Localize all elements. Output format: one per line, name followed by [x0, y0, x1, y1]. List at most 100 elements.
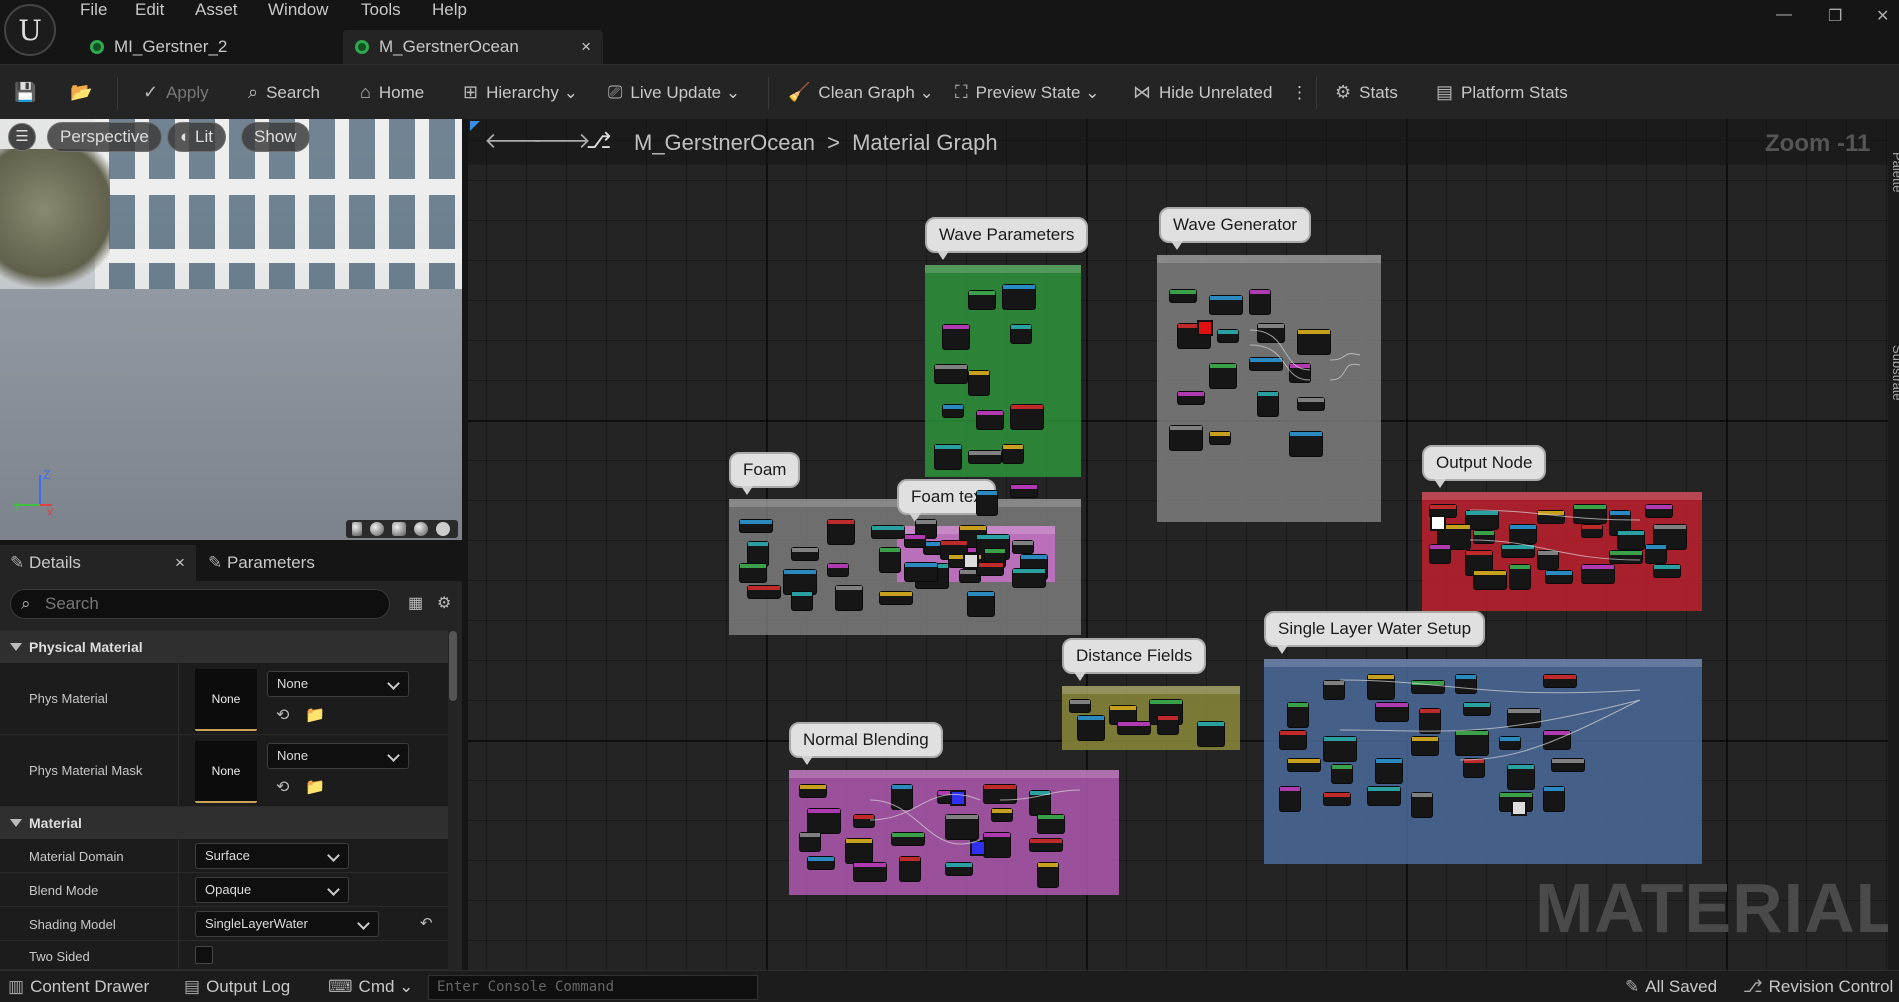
- material-expression-node[interactable]: [1412, 681, 1444, 693]
- material-expression-node[interactable]: [1013, 541, 1033, 553]
- comment-title-foam[interactable]: Foam: [729, 452, 801, 495]
- material-expression-node[interactable]: [1544, 675, 1576, 687]
- material-expression-node[interactable]: [900, 857, 920, 881]
- material-expression-node[interactable]: [1288, 759, 1320, 771]
- more-options-icon[interactable]: ⋮: [1291, 65, 1308, 120]
- browse-asset-icon[interactable]: 📁: [305, 777, 325, 797]
- material-expression-node[interactable]: [1456, 675, 1476, 693]
- material-expression-node[interactable]: [748, 586, 780, 598]
- material-expression-node[interactable]: [1250, 358, 1282, 370]
- category-material[interactable]: Material: [0, 807, 448, 839]
- material-expression-node[interactable]: [808, 809, 840, 833]
- substrate-tab[interactable]: Substrate: [1890, 345, 1899, 401]
- details-search-input[interactable]: ⌕ Search: [10, 589, 390, 619]
- material-expression-node[interactable]: [1210, 296, 1242, 314]
- tab-parameters[interactable]: ✎ Parameters: [208, 545, 315, 581]
- material-expression-node[interactable]: [880, 592, 912, 604]
- material-expression-node[interactable]: [1288, 703, 1308, 727]
- material-expression-node[interactable]: [905, 563, 937, 581]
- material-expression-node[interactable]: [1544, 787, 1564, 811]
- material-expression-node[interactable]: [1038, 815, 1064, 833]
- forward-arrow-icon[interactable]: 🡒: [532, 128, 591, 154]
- material-expression-node[interactable]: [1538, 511, 1564, 523]
- material-expression-node[interactable]: [1332, 765, 1352, 783]
- color-swatch-node[interactable]: [950, 790, 966, 806]
- material-expression-node[interactable]: [1258, 324, 1284, 342]
- material-expression-node[interactable]: [872, 526, 904, 538]
- asset-picker-combo[interactable]: None: [267, 743, 409, 769]
- category-physical-material[interactable]: Physical Material: [0, 631, 448, 663]
- column-divider[interactable]: [178, 839, 179, 872]
- minimize-icon[interactable]: —: [1776, 6, 1792, 24]
- close-window-icon[interactable]: ✕: [1876, 6, 1889, 26]
- tab-details[interactable]: ✎ Details ×: [0, 545, 196, 581]
- material-expression-node[interactable]: [792, 548, 818, 560]
- material-expression-node[interactable]: [968, 592, 994, 616]
- material-expression-node[interactable]: [1011, 325, 1031, 343]
- material-expression-node[interactable]: [977, 411, 1003, 429]
- material-expression-node[interactable]: [1376, 703, 1408, 721]
- material-expression-node[interactable]: [946, 815, 978, 839]
- material-expression-node[interactable]: [943, 405, 963, 417]
- material-expression-node[interactable]: [854, 815, 874, 827]
- breadcrumb-graph[interactable]: Material Graph: [852, 130, 998, 155]
- material-expression-node[interactable]: [969, 451, 1001, 463]
- material-expression-node[interactable]: [1078, 716, 1104, 740]
- comment-title-wave-generator[interactable]: Wave Generator: [1159, 207, 1312, 250]
- menu-tools[interactable]: Tools: [361, 0, 401, 20]
- restore-icon[interactable]: ❐: [1828, 6, 1842, 26]
- material-expression-node[interactable]: [1618, 531, 1644, 549]
- column-divider[interactable]: [178, 735, 179, 806]
- material-expression-node[interactable]: [1420, 709, 1440, 733]
- material-expression-node[interactable]: [1290, 364, 1310, 382]
- preview-viewport[interactable]: [0, 119, 462, 540]
- material-expression-node[interactable]: [880, 548, 900, 572]
- material-domain-dropdown[interactable]: Surface: [195, 843, 349, 869]
- material-expression-node[interactable]: [1280, 731, 1306, 749]
- browse-asset-icon[interactable]: 📁: [305, 705, 325, 725]
- color-swatch-node[interactable]: [963, 553, 979, 569]
- material-expression-node[interactable]: [946, 863, 972, 875]
- material-expression-node[interactable]: [905, 535, 925, 547]
- table-view-icon[interactable]: ▦: [408, 593, 423, 613]
- material-expression-node[interactable]: [740, 520, 772, 532]
- material-expression-node[interactable]: [1544, 731, 1570, 749]
- material-expression-node[interactable]: [1170, 290, 1196, 302]
- material-expression-node[interactable]: [977, 491, 997, 515]
- material-expression-node[interactable]: [992, 809, 1012, 821]
- column-divider[interactable]: [178, 663, 179, 734]
- menu-file[interactable]: File: [80, 0, 107, 20]
- material-expression-node[interactable]: [984, 833, 1010, 857]
- material-expression-node[interactable]: [1070, 700, 1090, 712]
- reset-to-default-icon[interactable]: ⟲: [276, 777, 289, 797]
- content-drawer-button[interactable]: ▥ Content Drawer: [8, 971, 149, 1002]
- platform-stats-button[interactable]: ▤ Platform Stats: [1436, 65, 1568, 120]
- material-expression-node[interactable]: [1290, 432, 1322, 456]
- material-expression-node[interactable]: [1038, 863, 1058, 887]
- asset-thumbnail[interactable]: None: [195, 669, 257, 731]
- material-expression-node[interactable]: [1011, 485, 1037, 497]
- material-expression-node[interactable]: [1500, 737, 1520, 749]
- material-expression-node[interactable]: [1298, 398, 1324, 410]
- reset-arrow-icon[interactable]: ↶: [420, 914, 433, 932]
- material-expression-node[interactable]: [1508, 709, 1540, 727]
- shading-model-dropdown[interactable]: SingleLayerWater: [195, 911, 379, 937]
- details-scrollbar[interactable]: [449, 631, 457, 701]
- material-expression-node[interactable]: [800, 785, 826, 797]
- menu-asset[interactable]: Asset: [195, 0, 238, 20]
- material-expression-node[interactable]: [1210, 364, 1236, 388]
- material-expression-node[interactable]: [1510, 525, 1536, 543]
- column-divider[interactable]: [178, 941, 179, 969]
- material-expression-node[interactable]: [1013, 569, 1045, 587]
- breadcrumb-asset[interactable]: M_GerstnerOcean: [634, 130, 815, 155]
- material-expression-node[interactable]: [969, 371, 989, 395]
- menu-help[interactable]: Help: [432, 0, 467, 20]
- material-expression-node[interactable]: [969, 291, 995, 309]
- asset-picker-combo[interactable]: None: [267, 671, 409, 697]
- material-expression-node[interactable]: [854, 863, 886, 881]
- material-expression-node[interactable]: [1118, 722, 1150, 734]
- material-expression-node[interactable]: [1546, 571, 1572, 583]
- all-saved-button[interactable]: ✎ All Saved: [1625, 971, 1717, 1002]
- material-expression-node[interactable]: [1250, 290, 1270, 314]
- material-expression-node[interactable]: [1464, 759, 1484, 777]
